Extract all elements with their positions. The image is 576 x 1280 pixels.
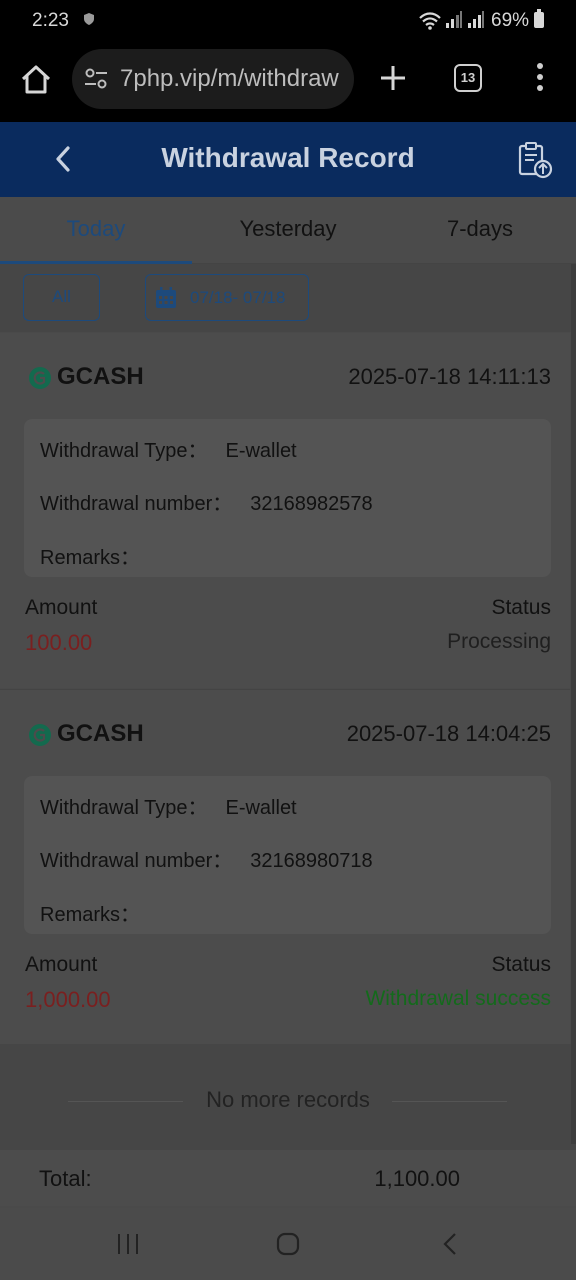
payment-method-name: GCASH [57,363,144,390]
record-details: Withdrawal Type： E-wallet Withdrawal numb… [24,419,551,577]
withdrawal-type-row: Withdrawal Type： E-wallet [40,791,297,820]
withdrawal-number-value: 32168980718 [250,850,373,872]
status-bar: 2:23 69% [0,0,576,42]
total-label: Total: [39,1166,92,1191]
shield-icon [84,13,94,25]
withdrawal-number-value: 32168982578 [250,493,373,515]
amount-label: Amount [25,596,98,619]
date-tabs: Today Yesterday 7-days [0,197,576,264]
record-datetime: 2025-07-18 14:04:25 [346,721,551,746]
tab-yesterday[interactable]: Yesterday [192,197,384,264]
record-datetime: 2025-07-18 14:11:13 [348,364,551,389]
status-time: 2:23 [32,10,69,31]
date-range-text: 07/18- 07/18 [190,288,286,307]
battery-percent: 69% [491,10,530,31]
withdrawal-record[interactable]: GCASH 2025-07-18 14:11:13 Withdrawal Typ… [0,333,570,688]
withdrawal-type-row: Withdrawal Type： E-wallet [40,434,297,463]
filter-row: All 07/18- 07/18 [0,264,576,332]
status-value: Processing [447,630,551,653]
export-icon[interactable] [514,140,554,180]
withdrawal-number-label: Withdrawal number： [40,850,233,872]
site-settings-icon[interactable] [84,68,108,90]
system-nav-bar [0,1208,576,1280]
remarks-label: Remarks： [40,547,141,569]
tabs-icon[interactable]: 13 [454,64,482,92]
home-icon[interactable] [18,62,54,98]
total-value: 1,100.00 [374,1166,460,1191]
remarks-label: Remarks： [40,904,141,926]
gcash-icon [29,367,51,389]
remarks-row: Remarks： [40,541,140,570]
nav-home-icon[interactable] [276,1232,300,1256]
withdrawal-record[interactable]: GCASH 2025-07-18 14:04:25 Withdrawal Typ… [0,689,570,1044]
record-details: Withdrawal Type： E-wallet Withdrawal numb… [24,776,551,934]
signal-icon [446,11,462,28]
tab-count: 13 [460,70,476,85]
amount-label: Amount [25,953,98,976]
calendar-icon [156,287,176,308]
recents-icon[interactable] [116,1232,140,1256]
page-title: Withdrawal Record [161,142,415,173]
withdrawal-type-value: E-wallet [225,440,297,462]
amount-value: 100.00 [25,630,93,655]
url-bar[interactable]: 7php.vip/m/withdraw [72,49,354,109]
status-value: Withdrawal success [365,987,551,1010]
withdrawal-number-row: Withdrawal number： 32168982578 [40,487,373,516]
no-more-records: No more records [206,1087,370,1112]
amount-value: 1,000.00 [25,987,111,1012]
gcash-icon [29,724,51,746]
tab-today[interactable]: Today [0,197,192,264]
scrollbar[interactable] [571,264,576,1144]
withdrawal-number-label: Withdrawal number： [40,493,233,515]
withdrawal-number-row: Withdrawal number： 32168980718 [40,844,373,873]
url-text: 7php.vip/m/withdraw [120,65,339,92]
nav-back-icon[interactable] [440,1232,462,1256]
status-label: Status [491,596,551,619]
status-label: Status [491,953,551,976]
payment-method-name: GCASH [57,720,144,747]
withdrawal-type-value: E-wallet [225,797,297,819]
tab-7-days[interactable]: 7-days [384,197,576,264]
date-range-picker[interactable]: 07/18- 07/18 [145,274,309,321]
withdrawal-type-label: Withdrawal Type： [40,440,208,462]
app-header: Withdrawal Record [0,122,576,197]
total-row: Total: 1,100.00 [0,1150,576,1206]
wifi-icon [419,12,441,30]
battery-icon [534,9,544,28]
plus-icon[interactable] [377,62,409,94]
signal-icon [468,11,484,28]
more-vert-icon[interactable] [530,60,550,96]
remarks-row: Remarks： [40,898,140,927]
filter-all-button[interactable]: All [23,274,100,321]
browser-toolbar: 7php.vip/m/withdraw 13 [0,42,576,122]
screen: 2:23 69% 7php.vip/m/withdraw 13 Withdraw… [0,0,576,1280]
withdrawal-type-label: Withdrawal Type： [40,797,208,819]
